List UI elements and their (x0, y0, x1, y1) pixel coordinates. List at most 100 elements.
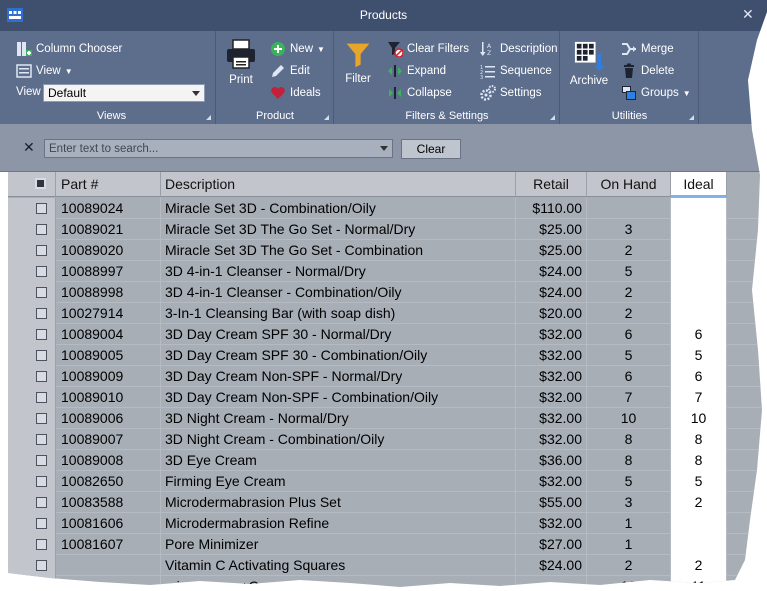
ideal-cell[interactable] (671, 534, 727, 555)
group-launcher-icon[interactable] (689, 115, 694, 120)
on-hand-cell[interactable]: 8 (587, 450, 671, 471)
row-checkbox[interactable] (36, 266, 47, 277)
ideal-cell[interactable]: 11 (671, 576, 727, 587)
description-cell[interactable]: Microdermabrasion Refine (161, 513, 516, 534)
part-number-cell[interactable]: 10089004 (56, 324, 161, 345)
ideal-cell[interactable]: 2 (671, 555, 727, 576)
table-row[interactable]: 10082650 Firming Eye Cream $32.00 5 5 (8, 471, 767, 492)
part-number-cell[interactable]: 10089024 (56, 198, 161, 219)
table-row[interactable]: Vitamin C Activating Squares $24.00 2 2 (8, 555, 767, 576)
part-number-cell[interactable]: 10083588 (56, 492, 161, 513)
description-cell[interactable]: 3D 4-in-1 Cleanser - Normal/Dry (161, 261, 516, 282)
column-header-on-hand[interactable]: On Hand (587, 172, 671, 197)
part-number-cell[interactable]: 10089006 (56, 408, 161, 429)
archive-button[interactable]: Archive (567, 41, 611, 87)
retail-cell[interactable]: $20.00 (516, 303, 587, 324)
row-checkbox[interactable] (36, 476, 47, 487)
retail-cell[interactable]: $24.00 (516, 282, 587, 303)
on-hand-cell[interactable]: 3 (587, 492, 671, 513)
on-hand-cell[interactable]: 10 (587, 408, 671, 429)
ideal-cell[interactable]: 8 (671, 450, 727, 471)
description-cell[interactable]: ...ing Serum+C (161, 576, 516, 587)
ideal-cell[interactable] (671, 219, 727, 240)
retail-cell[interactable]: $32.00 (516, 345, 587, 366)
part-number-cell[interactable]: 10081606 (56, 513, 161, 534)
table-row[interactable]: 10089020 Miracle Set 3D The Go Set - Comb… (8, 240, 767, 261)
ideal-cell[interactable] (671, 303, 727, 324)
on-hand-cell[interactable]: 5 (587, 345, 671, 366)
ideal-cell[interactable] (671, 261, 727, 282)
row-checkbox[interactable] (36, 329, 47, 340)
row-checkbox[interactable] (36, 413, 47, 424)
on-hand-cell[interactable]: 5 (587, 261, 671, 282)
clear-search-button[interactable]: Clear (401, 139, 461, 159)
description-cell[interactable]: 3D Day Cream SPF 30 - Normal/Dry (161, 324, 516, 345)
description-cell[interactable]: 3-In-1 Cleansing Bar (with soap dish) (161, 303, 516, 324)
description-cell[interactable]: Miracle Set 3D The Go Set - Combination (161, 240, 516, 261)
description-cell[interactable]: Miracle Set 3D The Go Set - Normal/Dry (161, 219, 516, 240)
on-hand-cell[interactable]: 2 (587, 555, 671, 576)
row-checkbox[interactable] (36, 518, 47, 529)
description-cell[interactable]: 3D Night Cream - Normal/Dry (161, 408, 516, 429)
on-hand-cell[interactable]: 8 (587, 429, 671, 450)
part-number-cell[interactable] (56, 555, 161, 576)
description-cell[interactable]: 3D 4-in-1 Cleanser - Combination/Oily (161, 282, 516, 303)
edit-button[interactable]: Edit (270, 63, 310, 79)
ideal-cell[interactable]: 7 (671, 387, 727, 408)
part-number-cell[interactable]: 10089005 (56, 345, 161, 366)
view-combo[interactable]: Default (43, 84, 205, 102)
retail-cell[interactable]: $32.00 (516, 429, 587, 450)
settings-button[interactable]: Settings (480, 85, 542, 101)
close-icon[interactable]: ✕ (742, 6, 754, 23)
retail-cell[interactable]: $32.00 (516, 513, 587, 534)
new-button[interactable]: New ▼ (270, 41, 325, 57)
table-row[interactable]: ...ing Serum+C 12 11 (8, 576, 767, 587)
row-checkbox[interactable] (36, 455, 47, 466)
on-hand-cell[interactable]: 12 (587, 576, 671, 587)
on-hand-cell[interactable]: 7 (587, 387, 671, 408)
column-header-description[interactable]: Description (161, 172, 516, 197)
retail-cell[interactable]: $55.00 (516, 492, 587, 513)
row-checkbox[interactable] (36, 371, 47, 382)
retail-cell[interactable] (516, 576, 587, 587)
row-checkbox[interactable] (36, 245, 47, 256)
retail-cell[interactable]: $32.00 (516, 471, 587, 492)
ideal-cell[interactable]: 5 (671, 471, 727, 492)
ideal-cell[interactable] (671, 282, 727, 303)
search-input[interactable] (45, 140, 375, 157)
retail-cell[interactable]: $32.00 (516, 387, 587, 408)
table-row[interactable]: 10083588 Microdermabrasion Plus Set $55.00… (8, 492, 767, 513)
retail-cell[interactable]: $110.00 (516, 198, 587, 219)
description-cell[interactable]: Vitamin C Activating Squares (161, 555, 516, 576)
part-number-cell[interactable]: 10089020 (56, 240, 161, 261)
retail-cell[interactable]: $32.00 (516, 366, 587, 387)
group-launcher-icon[interactable] (550, 115, 555, 120)
description-cell[interactable]: 3D Day Cream Non-SPF - Combination/Oily (161, 387, 516, 408)
row-checkbox[interactable] (36, 581, 47, 587)
search-box[interactable] (44, 139, 393, 158)
ideal-cell[interactable]: 10 (671, 408, 727, 429)
description-cell[interactable]: 3D Night Cream - Combination/Oily (161, 429, 516, 450)
delete-button[interactable]: Delete (621, 63, 674, 79)
view-button[interactable]: View ▼ (16, 63, 73, 79)
clear-filters-button[interactable]: Clear Filters (387, 41, 469, 57)
description-cell[interactable]: Miracle Set 3D - Combination/Oily (161, 198, 516, 219)
on-hand-cell[interactable]: 3 (587, 219, 671, 240)
ideal-cell[interactable]: 6 (671, 324, 727, 345)
part-number-cell[interactable]: 10089021 (56, 219, 161, 240)
row-checkbox[interactable] (36, 392, 47, 403)
part-number-cell[interactable]: 10088997 (56, 261, 161, 282)
description-cell[interactable]: 3D Eye Cream (161, 450, 516, 471)
retail-cell[interactable]: $24.00 (516, 555, 587, 576)
table-row[interactable]: 10089021 Miracle Set 3D The Go Set - Norm… (8, 219, 767, 240)
row-checkbox[interactable] (36, 287, 47, 298)
ideals-button[interactable]: Ideals (270, 85, 321, 101)
description-cell[interactable]: 3D Day Cream SPF 30 - Combination/Oily (161, 345, 516, 366)
part-number-cell[interactable]: 10082650 (56, 471, 161, 492)
table-row[interactable]: 10089006 3D Night Cream - Normal/Dry $32.0… (8, 408, 767, 429)
retail-cell[interactable]: $25.00 (516, 240, 587, 261)
row-checkbox[interactable] (36, 497, 47, 508)
row-checkbox[interactable] (36, 539, 47, 550)
description-sort-button[interactable]: AZ Description (480, 41, 558, 57)
retail-cell[interactable]: $32.00 (516, 324, 587, 345)
